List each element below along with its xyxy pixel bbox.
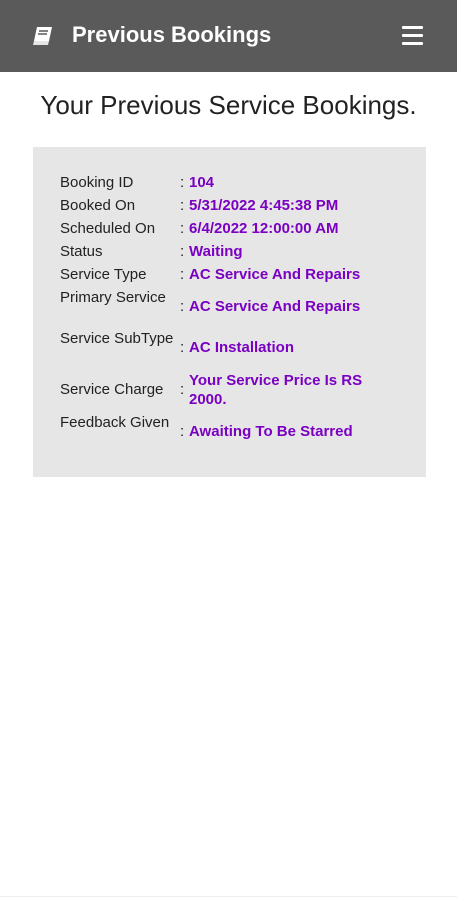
book-icon — [33, 27, 52, 45]
separator: : — [180, 220, 185, 237]
field-value: Awaiting To Be Starred — [189, 423, 353, 440]
field-value: 5/31/2022 4:45:38 PM — [189, 197, 339, 214]
section-heading: Your Previous Service Bookings. — [40, 90, 417, 120]
separator: : — [180, 243, 185, 260]
field-label: Service Charge — [60, 381, 164, 398]
divider — [0, 896, 457, 897]
field-label: Scheduled On — [60, 220, 156, 237]
hamburger-menu-icon[interactable] — [402, 26, 424, 46]
separator: : — [180, 174, 185, 191]
app-bar: Previous Bookings — [0, 0, 457, 72]
separator: : — [180, 266, 185, 283]
field-value: 104 — [189, 174, 215, 191]
separator: : — [180, 423, 185, 440]
separator: : — [180, 381, 185, 398]
field-label: Primary Service — [60, 289, 166, 306]
separator: : — [180, 298, 185, 315]
field-value: 6/4/2022 12:00:00 AM — [189, 220, 339, 237]
field-label: Feedback Given — [60, 414, 170, 431]
field-label: Status — [60, 243, 103, 260]
separator: : — [180, 339, 185, 356]
page-title: Previous Bookings — [72, 22, 272, 47]
booking-card: Booking ID : 104 Booked On : 5/31/2022 4… — [33, 147, 426, 477]
field-label: Booked On — [60, 197, 136, 214]
field-label: Service Type — [60, 266, 147, 283]
field-value: AC Installation — [189, 339, 295, 356]
separator: : — [180, 197, 185, 214]
status-value: Waiting — [189, 243, 243, 260]
field-value: Your Service Price Is RS 2000. — [189, 372, 363, 408]
field-value: AC Service And Repairs — [189, 298, 361, 315]
field-label: Service SubType — [60, 330, 174, 347]
field-value: AC Service And Repairs — [189, 266, 361, 283]
field-label: Booking ID — [60, 174, 134, 191]
